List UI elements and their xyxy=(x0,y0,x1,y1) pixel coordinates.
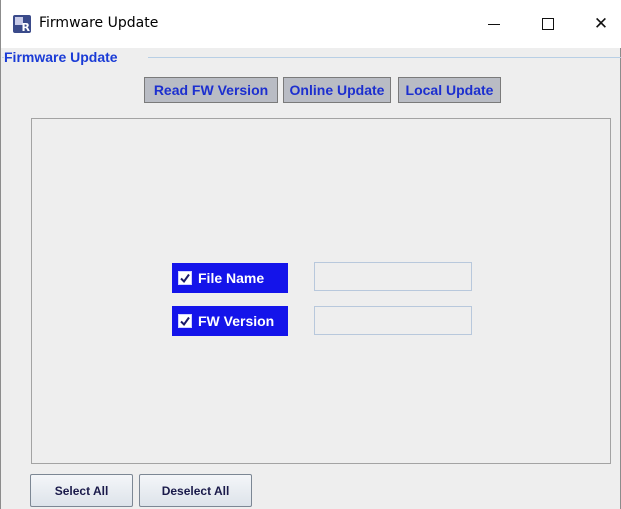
fw-version-checkbox[interactable]: FW Version xyxy=(172,306,288,336)
checkbox-checked-icon[interactable] xyxy=(178,314,192,328)
check-icon xyxy=(180,273,190,284)
group-border-top xyxy=(148,57,621,58)
app-icon-letter: R xyxy=(21,21,30,34)
checkbox-checked-icon[interactable] xyxy=(178,271,192,285)
fw-version-label: FW Version xyxy=(198,313,275,329)
maximize-icon xyxy=(542,18,554,30)
close-button[interactable]: ✕ xyxy=(581,8,621,40)
file-name-checkbox[interactable]: File Name xyxy=(172,263,288,293)
firmware-update-window: R Firmware Update ✕ Firmware Update Read… xyxy=(0,0,621,509)
title-bar[interactable]: R Firmware Update ✕ xyxy=(1,0,621,48)
online-update-button[interactable]: Online Update xyxy=(283,77,391,103)
deselect-all-button[interactable]: Deselect All xyxy=(139,474,252,507)
close-icon: ✕ xyxy=(593,13,609,34)
select-all-button[interactable]: Select All xyxy=(30,474,133,507)
local-update-button[interactable]: Local Update xyxy=(398,77,501,103)
check-icon xyxy=(180,316,190,327)
app-icon: R xyxy=(13,15,31,33)
file-name-field[interactable] xyxy=(314,262,472,291)
file-name-label: File Name xyxy=(198,270,265,286)
minimize-button[interactable] xyxy=(474,8,514,40)
fw-version-field[interactable] xyxy=(314,306,472,335)
read-fw-version-button[interactable]: Read FW Version xyxy=(144,77,278,103)
minimize-icon xyxy=(488,23,500,25)
maximize-button[interactable] xyxy=(528,8,568,40)
fields-panel xyxy=(31,118,611,464)
window-title: Firmware Update xyxy=(39,15,159,31)
group-title: Firmware Update xyxy=(4,49,120,65)
